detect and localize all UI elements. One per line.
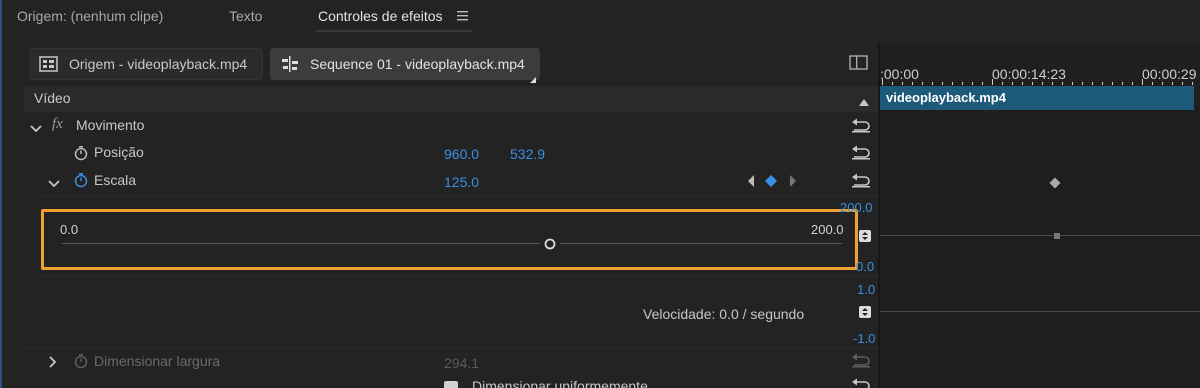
reset-icon[interactable]	[850, 378, 872, 388]
ruler-ticks	[882, 79, 1193, 85]
scale-slider-track[interactable]	[62, 238, 842, 250]
slider-track-left	[62, 243, 540, 244]
property-row-escala: Escala 125.0	[24, 167, 878, 195]
separator	[40, 196, 878, 197]
property-name-dimensionar-largura: Dimensionar largura	[94, 353, 221, 369]
dropdown-corner-icon[interactable]	[530, 70, 536, 83]
reset-icon[interactable]	[850, 173, 872, 189]
property-row-dimensionar-uniformemente: Dimensionar uniformemente	[24, 376, 878, 388]
clip-bar-label: videoplayback.mp4	[886, 90, 1006, 105]
effect-row-movimento: fx Movimento	[24, 113, 878, 139]
separator	[40, 276, 878, 277]
tab-origem[interactable]: Origem: (nenhum clipe)	[17, 8, 163, 24]
posicao-x-value[interactable]: 960.0	[444, 146, 479, 162]
graph-min-label: 0.0	[856, 259, 875, 274]
value-graph-line	[880, 235, 1200, 236]
graph-scale-icon[interactable]	[858, 229, 872, 243]
video-section-header: Vídeo	[24, 86, 878, 112]
posicao-y-value[interactable]: 532.9	[510, 146, 545, 162]
reset-icon[interactable]	[850, 118, 872, 134]
scale-slider-highlight	[41, 209, 858, 270]
timeline-ruler[interactable]: :00:00 00:00:14:23 00:00:29	[880, 62, 1200, 85]
toggle-timeline-icon[interactable]	[849, 55, 869, 71]
panel-menu-icon[interactable]	[456, 8, 470, 22]
source-clip-tab[interactable]: Origem - videoplayback.mp4	[30, 48, 263, 80]
active-tab-underline	[316, 30, 472, 32]
stopwatch-icon	[73, 353, 89, 369]
sequence-clip-tab[interactable]: Sequence 01 - videoplayback.mp4	[270, 48, 540, 83]
panel-focus-border	[0, 0, 2, 388]
video-section-label: Vídeo	[34, 90, 71, 106]
stopwatch-active-icon[interactable]	[73, 172, 89, 188]
graph-max-label: 200.0	[840, 200, 873, 215]
property-name-posicao: Posição	[94, 144, 144, 160]
velocity-max-label: 1.0	[857, 282, 876, 297]
graph-point[interactable]	[1054, 233, 1060, 239]
velocity-scale-icon[interactable]	[858, 305, 872, 319]
tab-controles-de-efeitos[interactable]: Controles de efeitos	[318, 8, 443, 24]
stopwatch-icon[interactable]	[73, 145, 89, 161]
velocity-graph-line	[880, 311, 1200, 312]
effect-name-movimento: Movimento	[76, 117, 145, 133]
expand-chevron-icon[interactable]	[30, 121, 42, 133]
fx-icon[interactable]: fx	[52, 116, 63, 133]
sequence-icon	[280, 55, 300, 73]
slider-track-right	[560, 243, 842, 244]
slider-min-label: 0.0	[60, 222, 79, 237]
property-row-dimensionar-largura: Dimensionar largura 294.1	[24, 349, 878, 375]
collapse-up-icon[interactable]	[858, 94, 870, 106]
source-clip-label: Origem - videoplayback.mp4	[69, 56, 248, 72]
source-clip-icon	[39, 55, 59, 73]
velocity-min-label: -1.0	[853, 331, 876, 346]
expand-chevron-icon[interactable]	[48, 176, 60, 188]
uniform-scale-checkbox[interactable]	[444, 381, 458, 388]
keyframe-marker-icon[interactable]	[1049, 176, 1061, 189]
expand-right-chevron-icon[interactable]	[48, 355, 58, 368]
clip-bar[interactable]: videoplayback.mp4	[880, 86, 1194, 110]
property-row-posicao: Posição 960.0 532.9	[24, 140, 878, 166]
panel-tab-bar: Origem: (nenhum clipe) Texto Controles d…	[0, 0, 1200, 34]
uniform-scale-label: Dimensionar uniformemente	[472, 378, 648, 388]
tab-texto[interactable]: Texto	[229, 8, 262, 24]
add-keyframe-icon[interactable]	[764, 174, 778, 188]
slider-max-label: 200.0	[811, 222, 844, 237]
reset-icon[interactable]	[850, 145, 872, 161]
reset-icon	[850, 353, 872, 369]
velocity-label: Velocidade: 0.0 / segundo	[643, 306, 805, 322]
dimensionar-largura-value: 294.1	[444, 355, 480, 371]
property-name-escala: Escala	[94, 172, 137, 188]
escala-value[interactable]: 125.0	[444, 174, 479, 190]
sequence-clip-label: Sequence 01 - videoplayback.mp4	[310, 56, 525, 72]
previous-keyframe-icon[interactable]	[746, 174, 756, 188]
scale-slider-thumb[interactable]	[544, 237, 556, 250]
next-keyframe-icon[interactable]	[788, 174, 798, 188]
